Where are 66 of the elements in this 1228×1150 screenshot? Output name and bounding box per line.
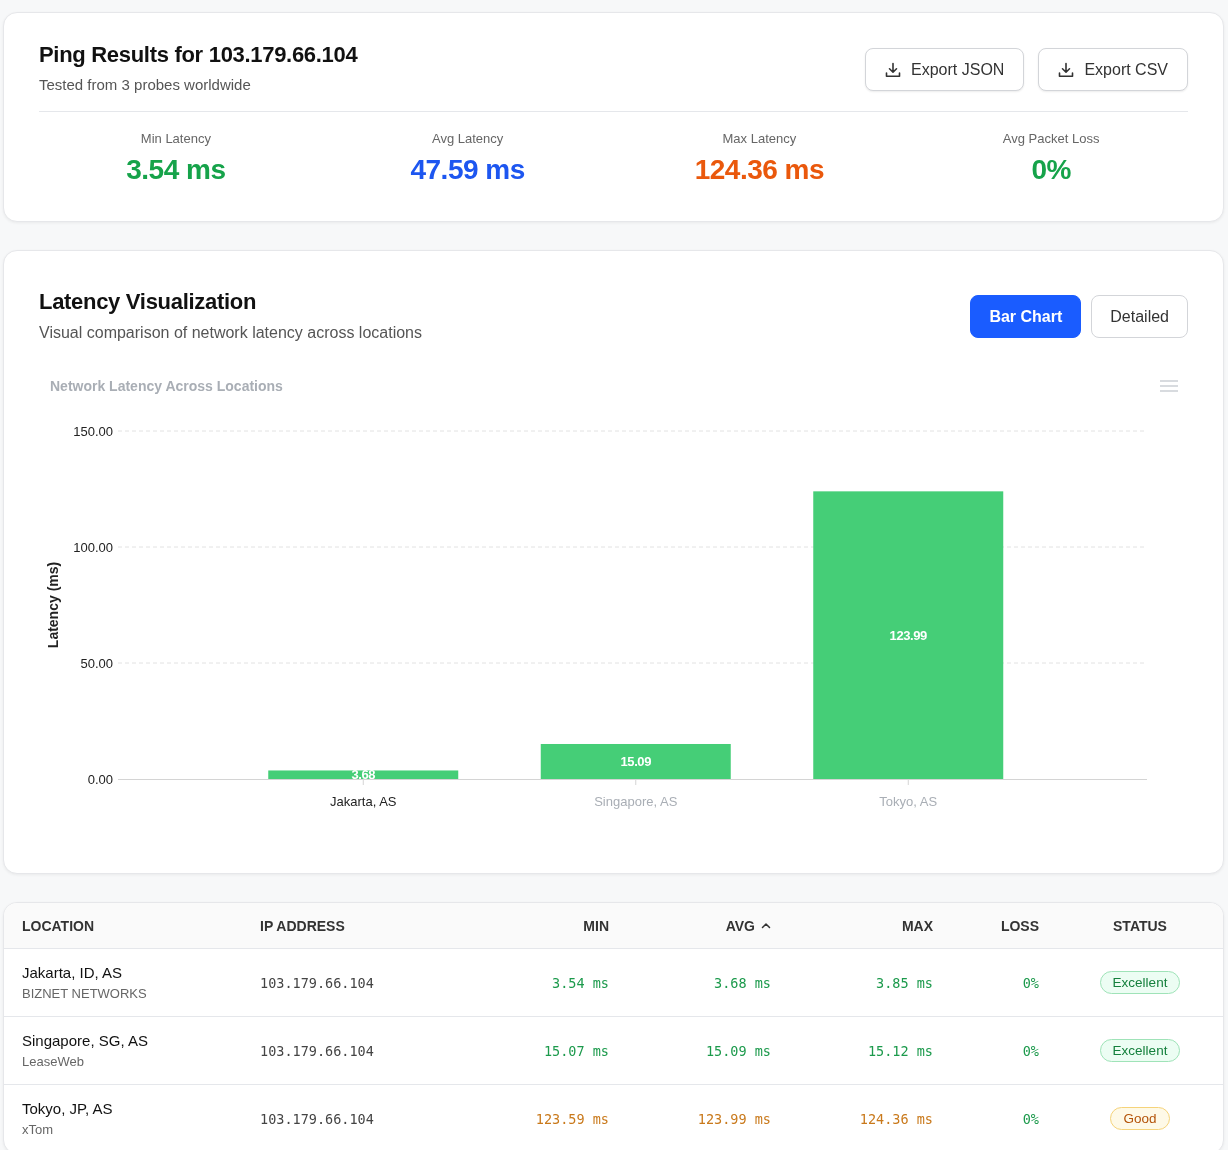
provider-name: BIZNET NETWORKS: [22, 985, 148, 1002]
column-header[interactable]: MAX: [901, 916, 933, 935]
column-header[interactable]: LOCATION: [22, 916, 95, 935]
column-header[interactable]: STATUS: [1113, 916, 1167, 935]
status-badge: Excellent: [1099, 1039, 1181, 1062]
ip-address: 103.179.66.104: [260, 974, 374, 991]
section-subtitle: Visual comparison of network latency across locations: [39, 323, 422, 343]
packet-loss: 0%: [1022, 974, 1039, 991]
avg-latency: 123.99 ms: [697, 1110, 771, 1127]
provider-name: LeaseWeb: [22, 1053, 85, 1070]
packet-loss: 0%: [1022, 1110, 1039, 1127]
ip-address: 103.179.66.104: [260, 1042, 374, 1059]
avg-latency: 3.68 ms: [714, 974, 771, 991]
stat-label: Min Latency: [140, 130, 211, 148]
bar-value-label: 123.99: [889, 627, 927, 643]
status-badge: Excellent: [1099, 971, 1181, 994]
ip-address: 103.179.66.104: [260, 1110, 374, 1127]
max-latency: 124.36 ms: [859, 1110, 933, 1127]
min-latency: 3.54 ms: [552, 974, 609, 991]
status-badge: Good: [1110, 1107, 1170, 1130]
min-latency: 15.07 ms: [543, 1042, 609, 1059]
avg-latency: 15.09 ms: [705, 1042, 771, 1059]
bar[interactable]: [268, 770, 459, 779]
menu-icon[interactable]: [1159, 380, 1179, 392]
column-header[interactable]: AVG: [725, 916, 771, 935]
stat-label: Max Latency: [722, 130, 797, 148]
location-name: Singapore, SG, AS: [22, 1031, 149, 1050]
chart-title: Network Latency Across Locations: [50, 378, 283, 394]
y-tick-label: 150.00: [73, 423, 113, 439]
min-latency: 123.59 ms: [535, 1110, 609, 1127]
y-axis-title: Latency (ms): [45, 561, 61, 649]
bar[interactable]: [813, 491, 1004, 779]
view-toggle-button[interactable]: Detailed: [1091, 295, 1188, 338]
download-icon: [1058, 61, 1075, 78]
x-axis-label: Tokyo, AS: [879, 794, 938, 809]
stat-value: 0%: [1031, 153, 1071, 187]
x-axis-label: Jakarta, AS: [330, 794, 397, 809]
results-title: Ping Results for 103.179.66.104: [39, 41, 358, 69]
stat-value: 47.59 ms: [410, 153, 525, 187]
y-tick-label: 50.00: [80, 655, 113, 671]
max-latency: 3.85 ms: [876, 974, 933, 991]
packet-loss: 0%: [1022, 1042, 1039, 1059]
view-toggle-button[interactable]: Bar Chart: [970, 295, 1082, 338]
bar-value-label: 3.68: [351, 767, 376, 783]
bar[interactable]: [540, 744, 731, 779]
export-button[interactable]: Export CSV: [1038, 48, 1188, 91]
section-title: Latency Visualization: [39, 288, 258, 316]
provider-name: xTom: [22, 1121, 55, 1138]
column-header[interactable]: LOSS: [1000, 916, 1039, 935]
stat-label: Avg Packet Loss: [1002, 130, 1100, 148]
location-name: Tokyo, JP, AS: [22, 1099, 114, 1118]
results-subtitle: Tested from 3 probes worldwide: [39, 75, 252, 95]
y-tick-label: 0.00: [87, 771, 113, 787]
caret-icon[interactable]: [761, 920, 771, 931]
y-tick-label: 100.00: [73, 539, 113, 555]
stat-label: Avg Latency: [431, 130, 504, 148]
bar-value-label: 15.09: [620, 754, 651, 769]
column-header[interactable]: MIN: [583, 916, 609, 935]
stat-value: 124.36 ms: [694, 153, 825, 187]
max-latency: 15.12 ms: [867, 1042, 933, 1059]
column-header[interactable]: IP ADDRESS: [260, 916, 345, 935]
location-name: Jakarta, ID, AS: [22, 963, 124, 982]
download-icon: [885, 61, 902, 78]
x-axis-label: Singapore, AS: [594, 794, 678, 809]
stat-value: 3.54 ms: [126, 153, 226, 187]
export-button[interactable]: Export JSON: [865, 48, 1025, 91]
